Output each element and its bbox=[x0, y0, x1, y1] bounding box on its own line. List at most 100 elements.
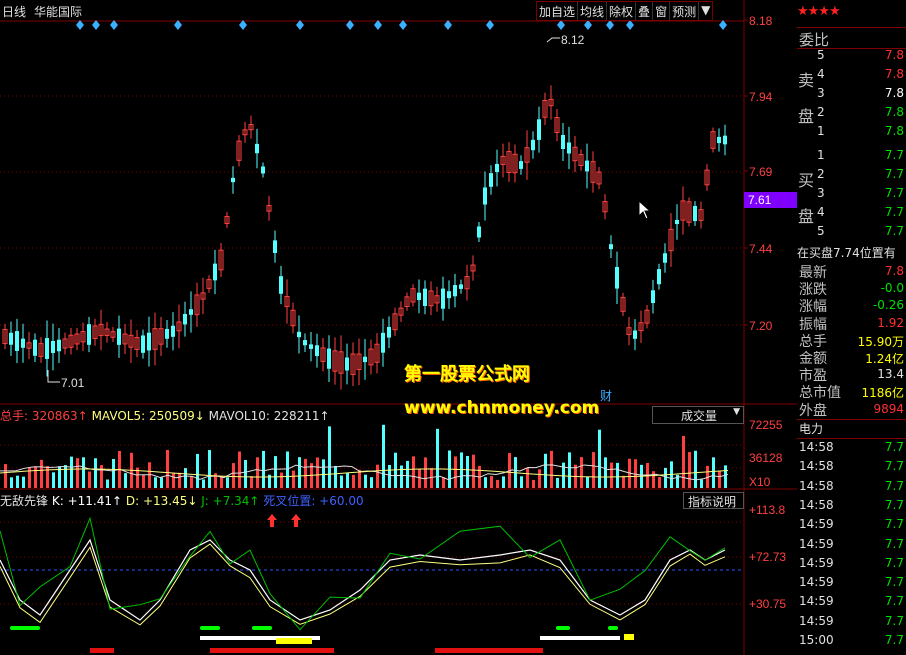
signal-strip bbox=[90, 648, 114, 653]
moving-average-button[interactable]: 均线 bbox=[578, 2, 608, 20]
signal-strip bbox=[276, 638, 312, 644]
volume-bar bbox=[616, 462, 619, 488]
tick-row: 14:58 7.7 bbox=[797, 459, 906, 478]
chart-toolbar: 加自选 均线 除权 叠 窗 预测 ▼ bbox=[536, 1, 714, 21]
volume-bar bbox=[142, 474, 145, 488]
candle-body bbox=[495, 163, 499, 173]
volume-bar bbox=[520, 476, 523, 488]
buy-row[interactable]: 1 7.7 bbox=[797, 148, 906, 167]
forecast-button[interactable]: 预测 bbox=[670, 2, 700, 20]
volume-dropdown-label: 成交量 bbox=[681, 409, 718, 423]
indicator-axis-label: +72.73 bbox=[749, 550, 786, 564]
candle-body bbox=[567, 142, 571, 154]
sell-level: 1 bbox=[817, 124, 825, 138]
volume-total: 总手: 320863↑ bbox=[0, 409, 88, 423]
tick-row: 14:59 7.7 bbox=[797, 614, 906, 633]
volume-bar bbox=[352, 474, 355, 488]
candle-body bbox=[57, 339, 61, 352]
stat-row: 总市值 1186亿 bbox=[797, 383, 906, 401]
volume-bar bbox=[52, 472, 55, 488]
signal-strip bbox=[252, 626, 272, 630]
tick-time: 14:58 bbox=[799, 459, 834, 474]
volume-bar bbox=[256, 457, 259, 488]
volume-bar bbox=[76, 458, 79, 488]
signal-strip bbox=[210, 648, 334, 653]
stat-value: 1.24亿 bbox=[865, 352, 904, 366]
candle-body bbox=[363, 356, 367, 363]
volume-bar bbox=[664, 467, 667, 488]
candle-body bbox=[417, 292, 421, 300]
candle-body bbox=[213, 263, 217, 281]
volume-bar bbox=[682, 435, 685, 488]
watermark-line-2: www.chnmoney.com bbox=[404, 398, 600, 418]
volume-bar bbox=[586, 477, 589, 488]
sell-row[interactable]: 5 7.8 bbox=[797, 48, 906, 67]
dropdown-arrow-icon: ▼ bbox=[733, 407, 740, 417]
volume-bar bbox=[328, 426, 331, 488]
volume-bar bbox=[364, 474, 367, 488]
buy-price: 7.7 bbox=[884, 205, 904, 219]
buy-level: 2 bbox=[817, 167, 825, 181]
stat-row: 金额 1.24亿 bbox=[797, 349, 906, 367]
volume-bar bbox=[526, 468, 529, 488]
stat-row: 振幅 1.92 bbox=[797, 315, 906, 333]
low-price-label: 7.01 bbox=[61, 376, 85, 390]
candle-body bbox=[327, 348, 331, 369]
stat-row: 总手 15.90万 bbox=[797, 332, 906, 350]
volume-indicator-dropdown[interactable]: 成交量 ▼ bbox=[652, 406, 744, 424]
chart-canvas[interactable]: 8.18 7.94 7.69 7.44 7.20 7.61 72255 36128 X10 +11… bbox=[0, 0, 797, 655]
candle-body bbox=[717, 136, 721, 144]
candle-body bbox=[483, 187, 487, 205]
volume-bar bbox=[184, 468, 187, 488]
chart-title: 日线 华能国际 bbox=[2, 3, 90, 20]
sector-label[interactable]: 电力 bbox=[797, 419, 906, 439]
candle-body bbox=[279, 276, 283, 294]
indicator-help-button[interactable]: 指标说明 bbox=[683, 492, 744, 509]
indicator-cross: 死叉位置: +60.00 bbox=[263, 494, 364, 508]
buy-level: 5 bbox=[817, 224, 825, 238]
volume-bar bbox=[460, 452, 463, 488]
tick-price: 7.7 bbox=[884, 478, 904, 493]
sell-row[interactable]: 1 7.8 bbox=[797, 124, 906, 143]
signal-strip bbox=[540, 636, 620, 640]
stat-row: 市盈 13.4 bbox=[797, 366, 906, 384]
indicator-k: K: +11.41↑ bbox=[51, 494, 123, 508]
window-button[interactable]: 窗 bbox=[653, 2, 671, 20]
mavol10-value: MAVOL10: 228211↑ bbox=[208, 409, 330, 423]
sell-price: 7.8 bbox=[884, 48, 904, 62]
tick-row: 14:58 7.7 bbox=[797, 479, 906, 498]
current-price-label: 7.61 bbox=[748, 193, 772, 207]
buy-row[interactable]: 5 7.7 bbox=[797, 224, 906, 243]
price-axis-label: 7.44 bbox=[749, 242, 773, 256]
candle-body bbox=[297, 331, 301, 338]
volume-bar bbox=[694, 450, 697, 488]
indicator-legend: 无敌先锋 K: +11.41↑ D: +13.45↓ J: +7.34↑ 死叉位… bbox=[0, 492, 364, 509]
period-label[interactable]: 日线 bbox=[2, 5, 26, 19]
volume-bar bbox=[280, 472, 283, 488]
indicator-axis-label: +113.8 bbox=[749, 503, 785, 517]
mouse-cursor-icon bbox=[638, 200, 652, 220]
volume-bar bbox=[340, 475, 343, 488]
candle-body bbox=[117, 328, 121, 345]
volume-bar bbox=[424, 457, 427, 488]
volume-bar bbox=[490, 475, 493, 488]
volume-bar bbox=[472, 454, 475, 488]
volume-bar bbox=[166, 449, 169, 488]
add-watchlist-button[interactable]: 加自选 bbox=[537, 2, 579, 20]
stat-row: 涨幅 -0.26 bbox=[797, 297, 906, 315]
volume-bar bbox=[418, 469, 421, 488]
candle-body bbox=[345, 357, 349, 371]
tick-time: 14:59 bbox=[799, 555, 834, 570]
volume-bar bbox=[322, 459, 325, 488]
buy-signal-arrow-icon bbox=[291, 514, 301, 527]
stat-value: 1186亿 bbox=[861, 386, 904, 401]
stat-value: 1.92 bbox=[877, 315, 904, 330]
candle-body bbox=[447, 291, 451, 299]
overlay-button[interactable]: 叠 bbox=[636, 2, 654, 20]
ex-rights-button[interactable]: 除权 bbox=[607, 2, 637, 20]
tick-time: 14:59 bbox=[799, 536, 834, 551]
toolbar-menu-arrow[interactable]: ▼ bbox=[699, 2, 712, 20]
volume-axis-label: 72255 bbox=[749, 418, 783, 432]
candle-body bbox=[459, 284, 463, 289]
volume-bar bbox=[304, 458, 307, 488]
